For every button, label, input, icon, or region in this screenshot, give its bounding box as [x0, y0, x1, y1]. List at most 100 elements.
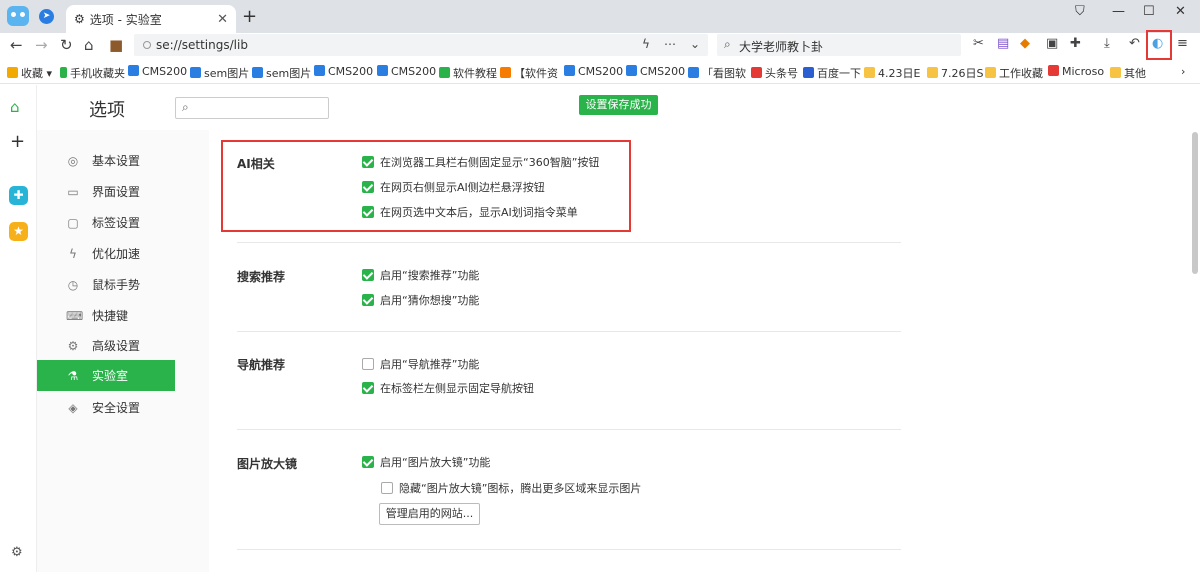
- scrollbar[interactable]: [1192, 132, 1198, 274]
- add-icon[interactable]: +: [10, 131, 25, 152]
- browser-logo-icon[interactable]: [7, 6, 29, 26]
- section-divider: [237, 429, 901, 430]
- bookmark-item[interactable]: 「看图软: [688, 65, 746, 81]
- checkbox-option[interactable]: 在网页选中文本后，显示AI划词指令菜单: [362, 204, 578, 220]
- settings-search-input[interactable]: ⌕: [175, 97, 329, 119]
- window-icon: ▭: [67, 184, 79, 199]
- nav-item-speed[interactable]: ϟ 优化加速: [37, 238, 175, 269]
- bookmark-item[interactable]: 软件教程: [439, 65, 497, 81]
- bookmark-item[interactable]: CMS200: [626, 65, 685, 78]
- bookmark-item[interactable]: 工作收藏: [985, 65, 1043, 81]
- site-icon: [688, 67, 699, 78]
- bookmark-item[interactable]: 手机收藏夹: [60, 65, 125, 81]
- checkbox-option[interactable]: 在网页右侧显示AI侧边栏悬浮按钮: [362, 179, 545, 195]
- checkbox-option[interactable]: 启用“猜你想搜”功能: [362, 292, 479, 308]
- send-icon[interactable]: ➤: [39, 9, 54, 24]
- nav-item-tabs[interactable]: ▢ 标签设置: [37, 207, 175, 238]
- bookmark-item[interactable]: CMS200: [128, 65, 187, 78]
- section-divider: [237, 549, 901, 550]
- checkbox-checked-icon[interactable]: [362, 456, 374, 468]
- bookmarks-overflow-icon[interactable]: ›: [1181, 65, 1185, 78]
- checkbox-checked-icon[interactable]: [362, 269, 374, 281]
- checkbox-checked-icon[interactable]: [362, 294, 374, 306]
- nav-item-mouse[interactable]: ◷ 鼠标手势: [37, 269, 175, 300]
- bookmark-item[interactable]: CMS200: [314, 65, 373, 78]
- bookmark-item[interactable]: 收藏 ▾: [7, 65, 52, 81]
- scissors-icon[interactable]: ✂: [973, 36, 984, 51]
- close-window-button[interactable]: ✕: [1175, 4, 1186, 19]
- extensions-icon[interactable]: ✚: [1070, 36, 1081, 51]
- section-title-search: 搜索推荐: [237, 270, 286, 284]
- bookmark-item[interactable]: sem图片: [252, 65, 311, 81]
- checkbox-checked-icon[interactable]: [362, 156, 374, 168]
- section-title-ai: AI相关: [237, 157, 275, 171]
- microsoft-icon: [1048, 65, 1059, 76]
- checkbox-option[interactable]: 启用“搜索推荐”功能: [362, 267, 479, 283]
- maximize-button[interactable]: ☐: [1143, 4, 1155, 19]
- back-icon[interactable]: ←: [10, 36, 23, 54]
- tablet-icon[interactable]: ▣: [1046, 36, 1058, 51]
- reload-icon[interactable]: ↻: [60, 36, 73, 54]
- manage-sites-button[interactable]: 管理启用的网站...: [379, 503, 480, 525]
- lightning-icon[interactable]: ϟ: [642, 37, 650, 51]
- undo-icon[interactable]: ↶: [1129, 36, 1140, 51]
- bookmark-item[interactable]: CMS200: [377, 65, 436, 78]
- address-url[interactable]: se://settings/lib: [156, 38, 248, 52]
- search-box[interactable]: ⌕ 大学老师教卜卦: [717, 34, 961, 56]
- shirt-icon[interactable]: ⛉: [1075, 4, 1085, 19]
- site-icon: [377, 65, 388, 76]
- new-tab-button[interactable]: +: [242, 6, 257, 27]
- minimize-button[interactable]: —: [1112, 4, 1125, 19]
- nav-item-interface[interactable]: ▭ 界面设置: [37, 176, 175, 207]
- lightning-icon: ϟ: [69, 246, 77, 261]
- favorites-icon[interactable]: ★: [9, 222, 28, 241]
- tab-title: 选项 - 实验室: [89, 12, 162, 27]
- more-icon[interactable]: ⋯: [664, 37, 676, 51]
- section-title-navigation: 导航推荐: [237, 358, 286, 372]
- tab-settings[interactable]: ⚙ 选项 - 实验室 ✕: [66, 5, 236, 33]
- tab-close-icon[interactable]: ✕: [217, 12, 228, 27]
- forward-icon[interactable]: →: [35, 36, 48, 54]
- menu-icon[interactable]: ≡: [1177, 36, 1188, 51]
- checkbox-option[interactable]: 隐藏“图片放大镜”图标，腾出更多区域来显示图片: [381, 480, 641, 496]
- checkbox-option[interactable]: 启用“图片放大镜”功能: [362, 454, 490, 470]
- nav-item-basic[interactable]: ◎ 基本设置: [37, 145, 175, 176]
- notes-icon[interactable]: ▤: [997, 36, 1009, 51]
- checkbox-option[interactable]: 启用“导航推荐”功能: [362, 356, 479, 372]
- checkbox-unchecked-icon[interactable]: [362, 358, 374, 370]
- bookmark-item[interactable]: 其他: [1110, 65, 1146, 81]
- nav-item-advanced[interactable]: ⚙ 高级设置: [37, 330, 175, 361]
- checkbox-checked-icon[interactable]: [362, 181, 374, 193]
- checkbox-checked-icon[interactable]: [362, 382, 374, 394]
- bookmark-item[interactable]: sem图片: [190, 65, 249, 81]
- bookmark-item[interactable]: Microso: [1048, 65, 1104, 78]
- chevron-down-icon[interactable]: ⌄: [690, 37, 700, 51]
- bookmark-item[interactable]: 【软件资: [500, 65, 558, 81]
- settings-gear-icon[interactable]: ⚙: [11, 545, 23, 560]
- bookmark-item[interactable]: 7.26日S: [927, 65, 983, 81]
- page-title: 选项: [89, 100, 125, 121]
- download-icon[interactable]: ⤓: [1104, 36, 1110, 51]
- nav-item-security[interactable]: ◈ 安全设置: [37, 392, 175, 423]
- nav-item-lab[interactable]: ⚗ 实验室: [37, 360, 175, 391]
- side-rail: ⌂ + ✚ ★ ⚙: [0, 85, 37, 572]
- bookmark-item[interactable]: 4.23日E: [864, 65, 920, 81]
- bookmark-item[interactable]: 头条号: [751, 65, 798, 81]
- home-icon[interactable]: ⌂: [84, 36, 94, 54]
- checkbox-checked-icon[interactable]: [362, 206, 374, 218]
- checkbox-unchecked-icon[interactable]: [381, 482, 393, 494]
- nav-item-shortcuts[interactable]: ⌨ 快捷键: [37, 300, 175, 331]
- checkbox-option[interactable]: 在标签栏左侧显示固定导航按钮: [362, 380, 534, 396]
- gamepad-icon[interactable]: ◆: [1020, 36, 1030, 51]
- home-icon[interactable]: ⌂: [10, 98, 20, 116]
- checkbox-option[interactable]: 在浏览器工具栏右侧固定显示“360智脑”按钮: [362, 154, 599, 170]
- app-icon[interactable]: ✚: [9, 186, 28, 205]
- address-bar[interactable]: se://settings/lib ϟ ⋯ ⌄: [134, 34, 708, 56]
- site-icon: [252, 67, 263, 78]
- bookmark-item[interactable]: 百度一下: [803, 65, 861, 81]
- briefcase-icon[interactable]: ■: [109, 36, 123, 54]
- site-icon: [128, 65, 139, 76]
- bookmark-item[interactable]: CMS200: [564, 65, 623, 78]
- site-info-icon[interactable]: [143, 41, 151, 49]
- search-input[interactable]: 大学老师教卜卦: [739, 38, 823, 55]
